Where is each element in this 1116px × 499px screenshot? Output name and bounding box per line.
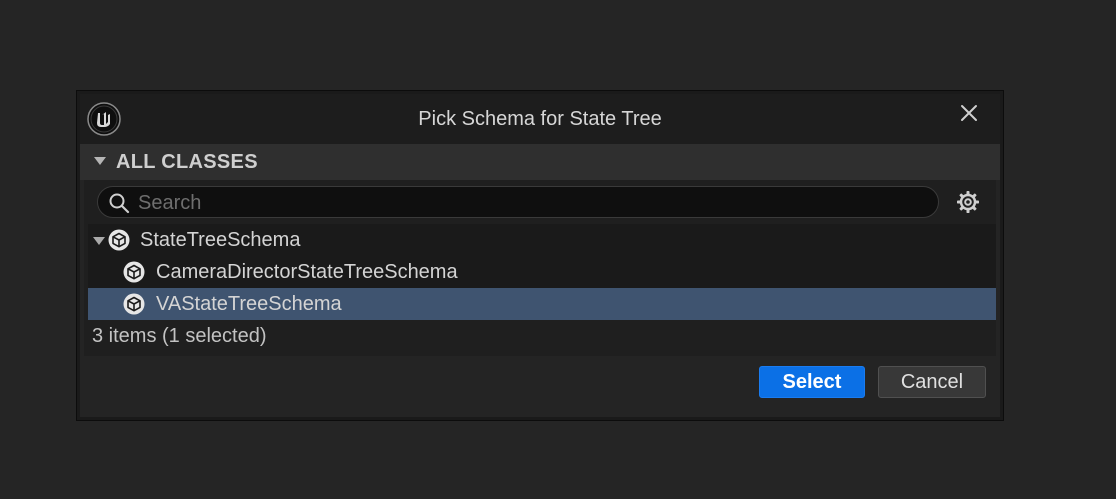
- tree-item-label: CameraDirectorStateTreeSchema: [156, 261, 458, 283]
- class-tree: StateTreeSchema CameraDirectorStateTreeS…: [88, 224, 996, 320]
- close-icon[interactable]: [958, 102, 980, 124]
- class-cube-icon: [123, 293, 145, 315]
- status-text: 3 items (1 selected): [92, 325, 267, 347]
- tree-row-vastatetreeschema[interactable]: VAStateTreeSchema: [88, 288, 996, 320]
- chevron-down-icon[interactable]: [93, 237, 105, 245]
- search-input[interactable]: [136, 187, 926, 219]
- all-classes-header[interactable]: ALL CLASSES: [80, 144, 1000, 180]
- tree-item-label: StateTreeSchema: [140, 229, 301, 251]
- select-button[interactable]: Select: [759, 366, 865, 398]
- class-cube-icon: [123, 261, 145, 283]
- gear-icon[interactable]: [956, 190, 980, 214]
- dialog-title: Pick Schema for State Tree: [418, 108, 662, 130]
- search-icon: [109, 193, 130, 214]
- pick-schema-dialog: Pick Schema for State Tree ALL CLASSES S…: [76, 90, 1004, 421]
- class-cube-icon: [108, 229, 130, 251]
- class-picker: StateTreeSchema CameraDirectorStateTreeS…: [84, 180, 996, 356]
- tree-row-statetreeschema[interactable]: StateTreeSchema: [88, 224, 996, 256]
- search-box[interactable]: [97, 186, 939, 219]
- section-label: ALL CLASSES: [116, 151, 258, 173]
- tree-item-label: VAStateTreeSchema: [156, 293, 342, 315]
- cancel-button[interactable]: Cancel: [878, 366, 986, 398]
- dialog-titlebar[interactable]: Pick Schema for State Tree: [80, 94, 1000, 144]
- tree-row-cameradirectorstatetreeschema[interactable]: CameraDirectorStateTreeSchema: [88, 256, 996, 288]
- chevron-down-icon[interactable]: [94, 157, 106, 165]
